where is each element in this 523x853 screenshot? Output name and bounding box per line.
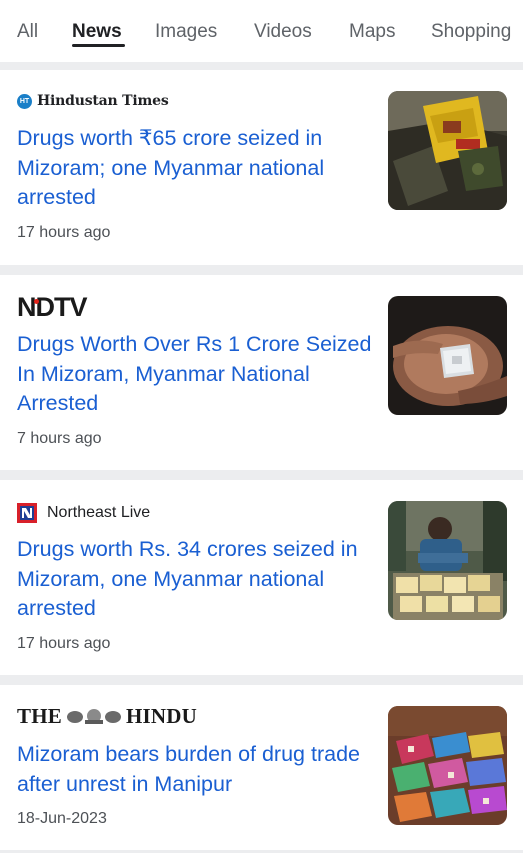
news-card[interactable]: NDTV Drugs Worth Over Rs 1 Crore Seized … <box>0 275 523 470</box>
article-time: 7 hours ago <box>17 430 102 447</box>
source-row: Northeast Live <box>17 501 150 525</box>
tab-shopping[interactable]: Shopping <box>431 21 511 43</box>
hindu-emblem-icon <box>66 709 121 724</box>
news-card[interactable]: THE HINDU Mizoram bears burden of drug t… <box>0 685 523 853</box>
tab-maps[interactable]: Maps <box>349 21 395 43</box>
active-tab-indicator <box>72 44 125 47</box>
tab-images[interactable]: Images <box>155 21 217 43</box>
arrested-man-with-packets-image[interactable] <box>388 501 507 620</box>
divider <box>0 265 523 275</box>
news-card[interactable]: Northeast Live Drugs worth Rs. 34 crores… <box>0 480 523 675</box>
article-time: 17 hours ago <box>17 224 111 241</box>
source-name-right: HINDU <box>125 703 197 728</box>
article-time: 18-Jun-2023 <box>17 810 107 827</box>
tab-all[interactable]: All <box>17 21 38 43</box>
source-row: HT Hindustan Times <box>17 89 169 113</box>
hindustan-times-logo: HT Hindustan Times <box>17 93 169 109</box>
drug-packets-image[interactable] <box>388 91 507 210</box>
divider <box>0 675 523 685</box>
article-title[interactable]: Drugs worth ₹65 crore seized in Mizoram;… <box>17 124 372 213</box>
divider <box>0 62 523 70</box>
northeast-live-icon <box>17 503 37 523</box>
search-tabs: All News Images Videos Maps Shopping <box>0 0 523 62</box>
article-title[interactable]: Drugs Worth Over Rs 1 Crore Seized In Mi… <box>17 330 372 419</box>
hand-holding-packet-image[interactable] <box>388 296 507 415</box>
tab-news[interactable]: News <box>72 21 122 43</box>
source-row: NDTV <box>17 292 87 322</box>
source-name: Hindustan Times <box>37 93 169 109</box>
article-title[interactable]: Mizoram bears burden of drug trade after… <box>17 740 372 799</box>
seized-drugs-spread-image[interactable] <box>388 706 507 825</box>
source-name: Northeast Live <box>47 504 151 521</box>
article-title[interactable]: Drugs worth Rs. 34 crores seized in Mizo… <box>17 535 372 624</box>
source-row: THE HINDU <box>17 704 197 728</box>
divider <box>0 470 523 480</box>
source-name-left: THE <box>17 703 62 728</box>
news-card[interactable]: HT Hindustan Times Drugs worth ₹65 crore… <box>0 70 523 265</box>
the-hindu-logo: THE HINDU <box>17 704 197 729</box>
ht-badge-icon: HT <box>17 93 32 109</box>
article-time: 17 hours ago <box>17 635 111 652</box>
source-name: NDTV <box>17 291 87 322</box>
ndtv-dot-icon <box>34 298 39 304</box>
ndtv-logo: NDTV <box>17 292 87 323</box>
tab-videos[interactable]: Videos <box>254 21 312 43</box>
